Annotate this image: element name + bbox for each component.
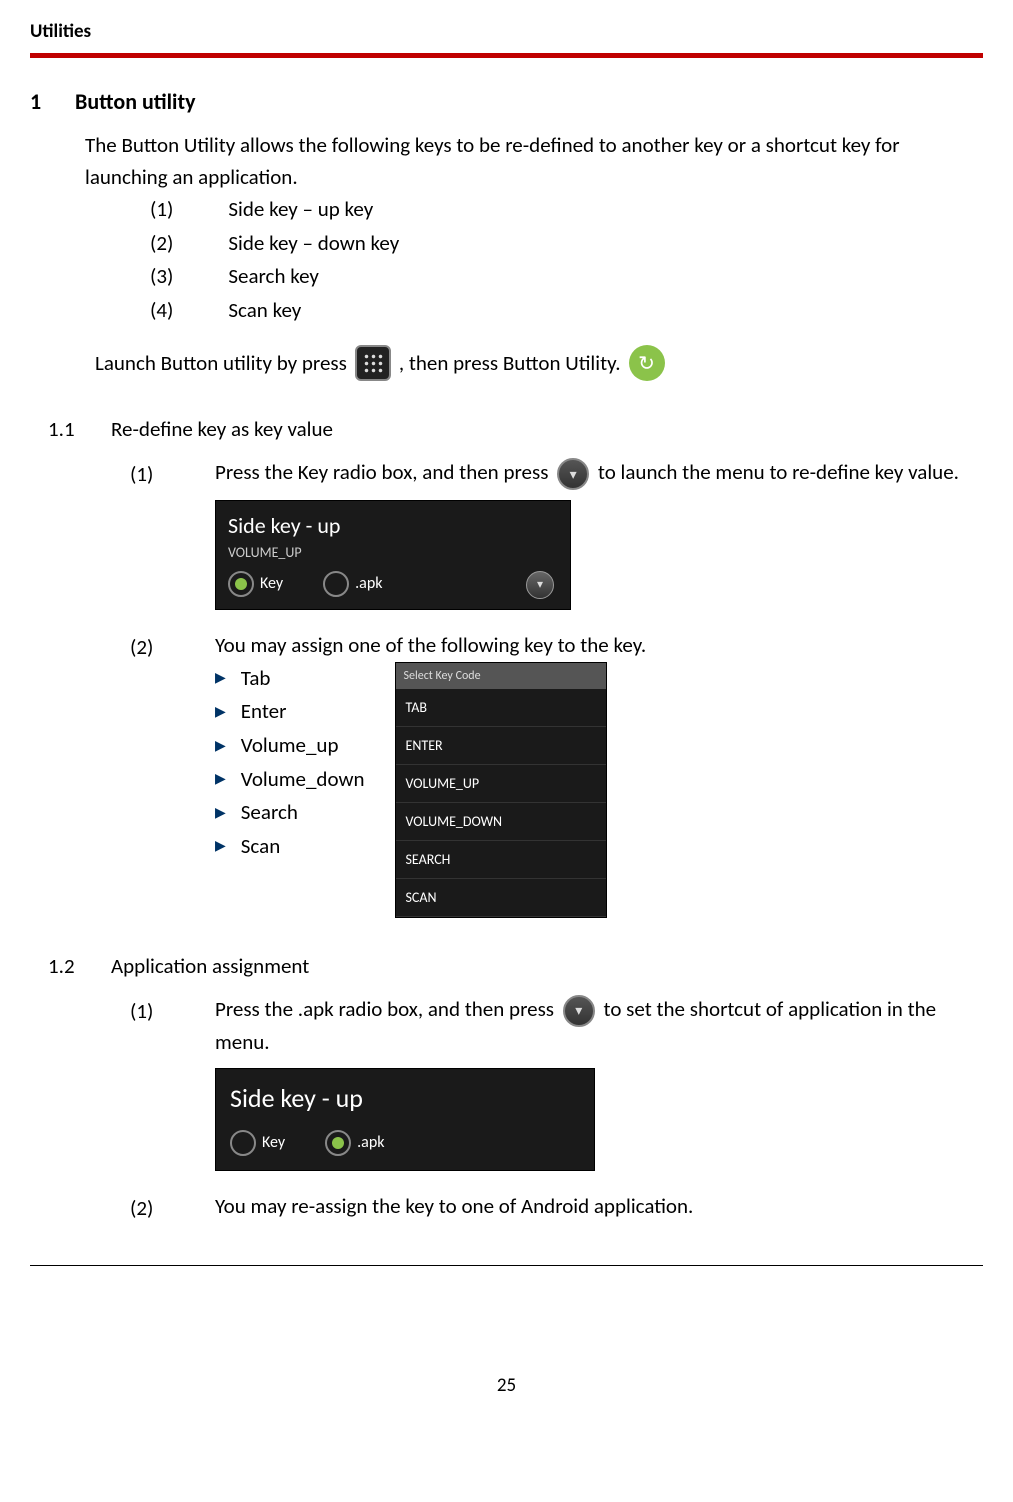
side-key-up-screenshot: Side key - up VOLUME_UP Key .apk ▾: [215, 500, 571, 610]
section-number: 1: [30, 88, 50, 115]
list-item: Search key: [228, 260, 319, 294]
key-radio[interactable]: Key: [230, 1130, 285, 1156]
step-body: Press the .apk radio box, and then press…: [215, 994, 983, 1181]
page-header-title: Utilities: [30, 20, 91, 43]
list-item: Tab: [241, 662, 271, 696]
select-option[interactable]: VOLUME_UP: [396, 765, 606, 803]
step-body: You may assign one of the following key …: [215, 630, 983, 918]
launch-text-a: Launch Button utility by press: [95, 350, 347, 376]
shot-title: Side key - up: [228, 509, 558, 542]
bullet-icon: ▶: [215, 835, 226, 857]
step-body: Press the Key radio box, and then press …: [215, 457, 983, 620]
subsection-number: 1.1: [48, 416, 83, 442]
step-text-b: to launch the menu to re-define key valu…: [598, 459, 959, 485]
select-option[interactable]: TAB: [396, 689, 606, 727]
key-radio[interactable]: Key: [228, 571, 283, 597]
bullet-icon: ▶: [215, 768, 226, 790]
subsection-1-1-heading: 1.1 Re-define key as key value: [48, 416, 983, 442]
subsection-number: 1.2: [48, 953, 83, 979]
step-text: You may re-assign the key to one of Andr…: [215, 1191, 983, 1223]
key-list: (1) Side key – up key (2) Side key – down …: [150, 193, 983, 327]
page-number: 25: [0, 1366, 1013, 1397]
subsection-title: Application assignment: [111, 953, 309, 979]
shot-subtitle: VOLUME_UP: [228, 542, 558, 563]
radio-icon: [323, 571, 349, 597]
button-utility-icon: ↻: [629, 345, 665, 381]
list-item: Volume_down: [241, 763, 365, 797]
select-option[interactable]: ENTER: [396, 727, 606, 765]
step-text-a: Press the .apk radio box, and then press: [215, 996, 554, 1022]
step-marker: (2): [130, 630, 160, 664]
select-header: Select Key Code: [396, 663, 606, 689]
list-item: Enter: [241, 695, 287, 729]
radio-label: .apk: [357, 1131, 384, 1155]
radio-selected-icon: [228, 571, 254, 597]
radio-icon: [230, 1130, 256, 1156]
list-item: Side key – down key: [228, 227, 399, 261]
list-marker: (2): [150, 227, 173, 261]
page-content: 1 Button utility The Button Utility allo…: [0, 58, 1013, 1265]
list-marker: (4): [150, 294, 173, 328]
launch-text-b: , then press Button Utility.: [399, 350, 621, 376]
radio-selected-icon: [325, 1130, 351, 1156]
footer-rule: [30, 1265, 983, 1266]
radio-label: Key: [262, 1131, 285, 1155]
dropdown-button[interactable]: ▾: [526, 571, 554, 599]
list-marker: (3): [150, 260, 173, 294]
list-item: Search: [241, 796, 298, 830]
list-marker: (1): [150, 193, 173, 227]
apk-radio[interactable]: .apk: [325, 1130, 384, 1156]
select-option[interactable]: VOLUME_DOWN: [396, 803, 606, 841]
key-bullet-list: ▶ Tab ▶ Enter ▶ Volume_up ▶ Volume_down ▶ Sea…: [215, 662, 365, 864]
list-item: Scan key: [228, 294, 301, 328]
apk-radio[interactable]: .apk: [323, 571, 382, 597]
step-marker: (1): [130, 457, 160, 491]
bullet-icon: ▶: [215, 735, 226, 757]
section-title: Button utility: [75, 88, 196, 115]
step-marker: (1): [130, 994, 160, 1028]
list-item: Volume_up: [241, 729, 339, 763]
launch-instruction: Launch Button utility by press , then pr…: [95, 345, 983, 381]
bullet-icon: ▶: [215, 701, 226, 723]
step-text-a: Press the Key radio box, and then press: [215, 459, 548, 485]
list-item: Scan: [241, 830, 280, 864]
apps-grid-icon: [355, 345, 391, 381]
section-1-heading: 1 Button utility: [30, 88, 983, 115]
dropdown-icon: ▾: [557, 458, 589, 490]
side-key-up-apk-screenshot: Side key - up Key .apk: [215, 1068, 595, 1171]
select-option[interactable]: SCAN: [396, 879, 606, 917]
radio-label: Key: [260, 572, 283, 596]
subsection-1-2-heading: 1.2 Application assignment: [48, 953, 983, 979]
step-text: You may assign one of the following key …: [215, 630, 983, 662]
select-key-code-screenshot: Select Key Code TAB ENTER VOLUME_UP VOLU…: [395, 662, 607, 918]
section-intro: The Button Utility allows the following …: [85, 130, 983, 193]
dropdown-icon: ▾: [563, 995, 595, 1027]
radio-label: .apk: [355, 572, 382, 596]
select-option[interactable]: SEARCH: [396, 841, 606, 879]
step-marker: (2): [130, 1191, 160, 1225]
bullet-icon: ▶: [215, 667, 226, 689]
list-item: Side key – up key: [228, 193, 373, 227]
bullet-icon: ▶: [215, 802, 226, 824]
shot-title: Side key - up: [230, 1079, 580, 1118]
subsection-title: Re-define key as key value: [111, 416, 333, 442]
